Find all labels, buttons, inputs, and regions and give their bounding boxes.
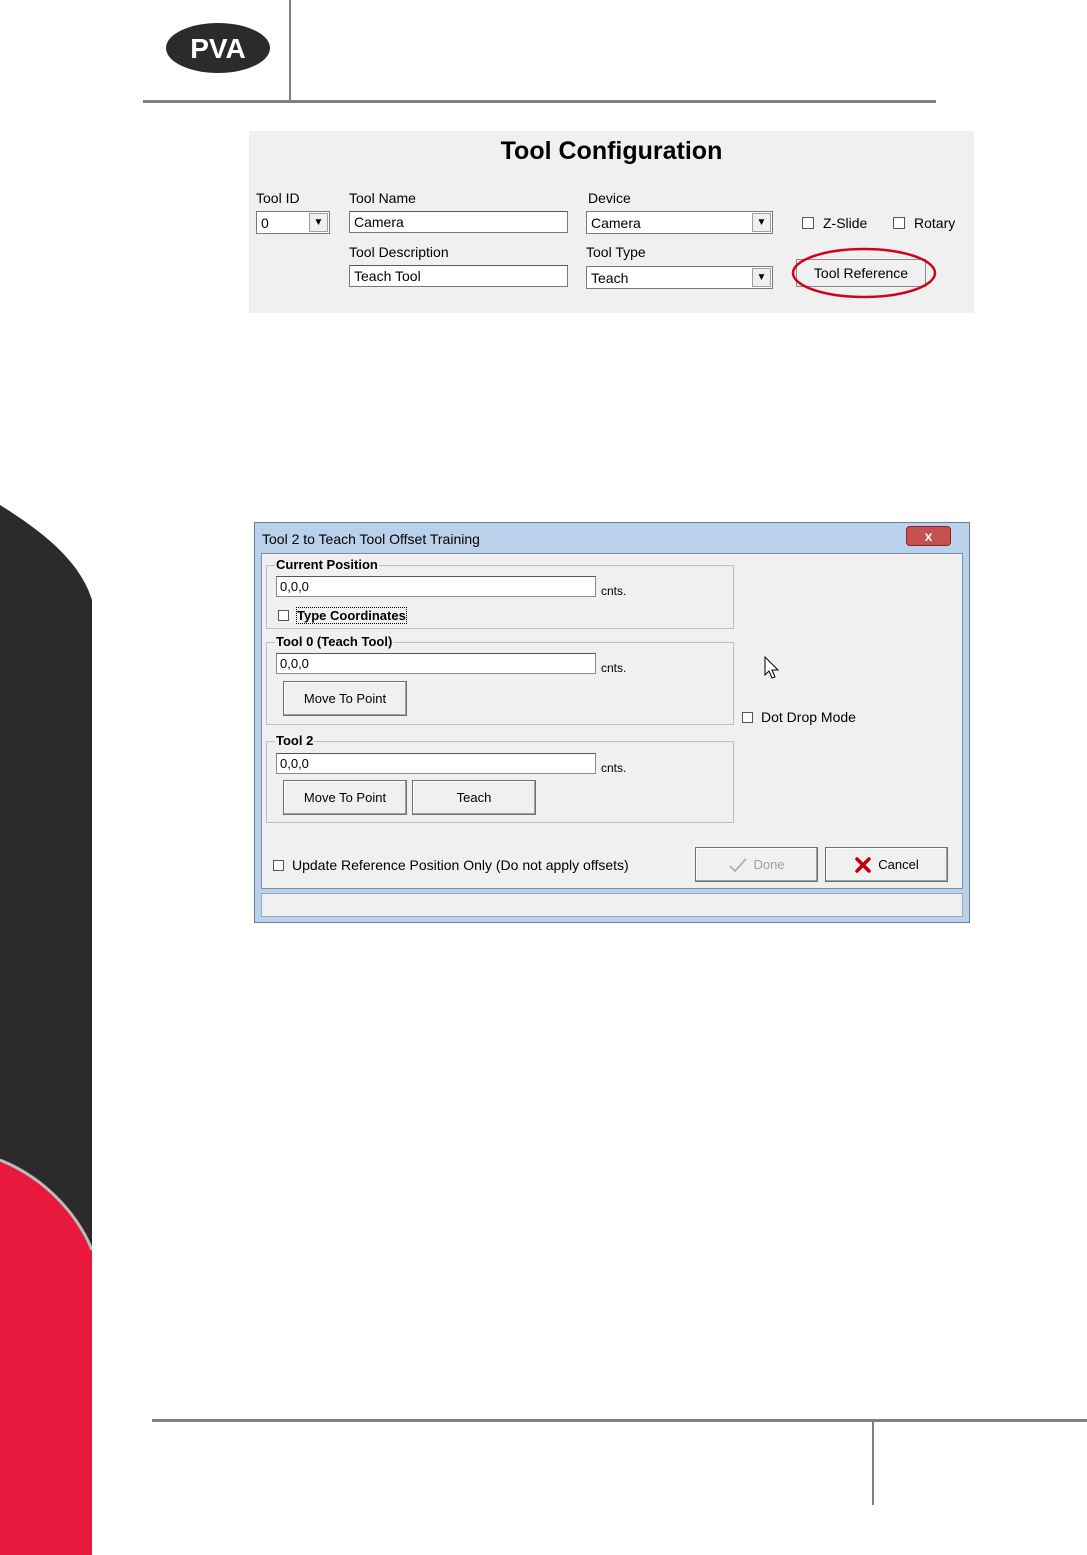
z-slide-checkbox[interactable]: Z-Slide bbox=[802, 215, 867, 231]
header-divider-vertical bbox=[289, 0, 291, 101]
pva-logo: PVA bbox=[165, 22, 271, 74]
checkbox-box[interactable] bbox=[742, 711, 753, 723]
tool-name-label: Tool Name bbox=[349, 190, 416, 206]
current-position-input[interactable]: 0,0,0 bbox=[276, 576, 596, 597]
tool-type-value: Teach bbox=[591, 270, 629, 286]
tool-description-input[interactable]: Teach Tool bbox=[349, 265, 568, 287]
tool0-move-to-point-button[interactable]: Move To Point bbox=[283, 681, 407, 716]
tool-type-select[interactable]: Teach ▼ bbox=[586, 266, 773, 289]
tool-name-input[interactable]: Camera bbox=[349, 211, 568, 233]
done-label: Done bbox=[753, 857, 785, 872]
dropdown-arrow-icon[interactable]: ▼ bbox=[752, 268, 771, 287]
close-icon[interactable]: x bbox=[925, 528, 933, 544]
dialog-status-bar bbox=[261, 893, 963, 917]
checkbox-box[interactable] bbox=[273, 859, 284, 871]
checkbox-box[interactable] bbox=[278, 610, 289, 621]
type-coordinates-label: Type Coordinates bbox=[296, 607, 407, 624]
tool-id-value: 0 bbox=[261, 215, 269, 231]
tool0-position-unit: cnts. bbox=[601, 661, 627, 675]
checkmark-icon bbox=[729, 857, 748, 872]
tool0-position-input[interactable]: 0,0,0 bbox=[276, 653, 596, 674]
device-label: Device bbox=[588, 190, 631, 206]
red-x-icon bbox=[855, 856, 872, 873]
current-position-unit: cnts. bbox=[601, 584, 627, 598]
tool-id-label: Tool ID bbox=[256, 190, 300, 206]
tool2-position-input[interactable]: 0,0,0 bbox=[276, 753, 596, 774]
checkbox-box[interactable] bbox=[893, 217, 905, 229]
dot-drop-mode-label: Dot Drop Mode bbox=[761, 709, 856, 725]
update-reference-only-checkbox[interactable]: Update Reference Position Only (Do not a… bbox=[273, 857, 629, 873]
annotation-circle bbox=[791, 247, 937, 299]
cancel-button[interactable]: Cancel bbox=[825, 847, 948, 882]
update-reference-only-label: Update Reference Position Only (Do not a… bbox=[292, 857, 629, 873]
device-select[interactable]: Camera ▼ bbox=[586, 211, 773, 234]
cancel-label: Cancel bbox=[878, 857, 919, 872]
done-button[interactable]: Done bbox=[695, 847, 818, 882]
type-coordinates-checkbox[interactable]: Type Coordinates bbox=[278, 607, 407, 624]
mouse-cursor-icon bbox=[764, 656, 780, 679]
tool-id-select[interactable]: 0 ▼ bbox=[256, 211, 330, 234]
tool2-move-to-point-button[interactable]: Move To Point bbox=[283, 780, 407, 815]
z-slide-label: Z-Slide bbox=[823, 215, 868, 231]
tool2-title: Tool 2 bbox=[275, 733, 315, 748]
checkbox-box[interactable] bbox=[802, 217, 814, 229]
tool2-teach-button[interactable]: Teach bbox=[412, 780, 536, 815]
tool-type-label: Tool Type bbox=[586, 244, 646, 260]
current-position-title: Current Position bbox=[275, 557, 379, 572]
tool-configuration-title: Tool Configuration bbox=[500, 137, 723, 165]
current-position-group: Current Position 0,0,0 cnts. Type Coordi… bbox=[266, 557, 734, 629]
tool-configuration-panel: Tool Configuration Tool ID 0 ▼ Tool Name… bbox=[249, 131, 974, 313]
footer-divider-horizontal bbox=[152, 1419, 1087, 1422]
logo-text: PVA bbox=[190, 33, 246, 64]
offset-training-dialog: Tool 2 to Teach Tool Offset Training x C… bbox=[254, 522, 970, 923]
side-brand-band bbox=[0, 505, 92, 1555]
header-divider-horizontal bbox=[143, 100, 936, 103]
device-value: Camera bbox=[591, 215, 641, 231]
close-button[interactable]: x bbox=[906, 526, 951, 546]
dialog-body: Current Position 0,0,0 cnts. Type Coordi… bbox=[261, 553, 963, 889]
tool2-position-unit: cnts. bbox=[601, 761, 627, 775]
tool2-group: Tool 2 0,0,0 cnts. Move To Point Teach bbox=[266, 733, 734, 823]
dialog-title: Tool 2 to Teach Tool Offset Training bbox=[262, 531, 480, 547]
tool0-title: Tool 0 (Teach Tool) bbox=[275, 634, 394, 649]
rotary-label: Rotary bbox=[914, 215, 956, 231]
tool0-group: Tool 0 (Teach Tool) 0,0,0 cnts. Move To … bbox=[266, 634, 734, 725]
rotary-checkbox[interactable]: Rotary bbox=[893, 215, 955, 231]
dropdown-arrow-icon[interactable]: ▼ bbox=[309, 213, 328, 232]
dot-drop-mode-checkbox[interactable]: Dot Drop Mode bbox=[742, 709, 856, 725]
tool-description-label: Tool Description bbox=[349, 244, 449, 260]
dropdown-arrow-icon[interactable]: ▼ bbox=[752, 213, 771, 232]
footer-divider-vertical bbox=[872, 1421, 874, 1505]
